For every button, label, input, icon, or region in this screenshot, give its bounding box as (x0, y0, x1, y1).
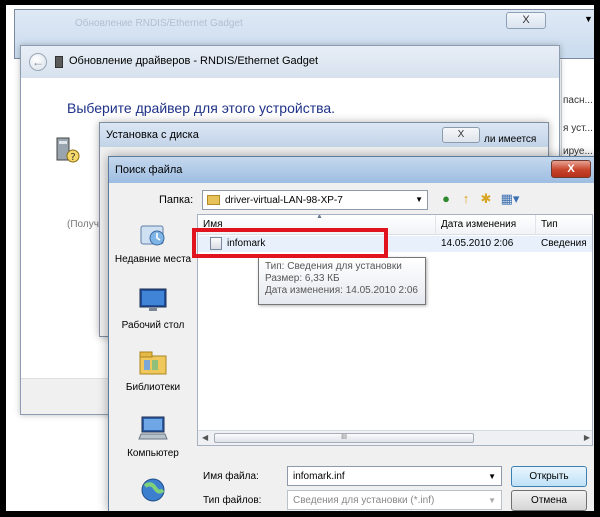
scroll-left-icon[interactable]: ◀ (202, 433, 208, 442)
wizard-received-text: (Получ (67, 219, 99, 230)
open-button[interactable]: Открыть (511, 466, 587, 487)
file-dialog-title: Поиск файла (115, 164, 183, 176)
filename-value: infomark.inf (293, 471, 345, 482)
place-desktop[interactable]: Рабочий стол (113, 286, 193, 331)
chevron-down-icon: ▼ (415, 195, 423, 204)
view-menu-icon[interactable]: ▦▾ (498, 191, 522, 207)
file-type-cell: Сведения (541, 238, 587, 249)
highlight-box (192, 228, 388, 258)
tooltip-type: Тип: Сведения для установки (265, 261, 402, 272)
background-dropdown-arrow-icon[interactable]: ▼ (584, 14, 593, 24)
install-from-disk-titlebar: Установка с диска X (100, 123, 548, 147)
place-recent-label: Недавние места (114, 254, 192, 265)
scroll-right-icon[interactable]: ▶ (584, 433, 590, 442)
place-recent[interactable]: Недавние места (113, 220, 193, 265)
background-close-button[interactable]: X (506, 12, 546, 29)
filetype-value: Сведения для установки (*.inf) (293, 495, 435, 506)
chevron-down-icon[interactable]: ▼ (488, 472, 496, 481)
hardware-help-icon: ? (56, 137, 80, 163)
filename-input[interactable]: infomark.inf ▼ (287, 466, 502, 486)
up-folder-icon[interactable]: ↑ (458, 191, 474, 207)
install-from-disk-close-button[interactable]: X (442, 127, 480, 143)
file-dialog-close-button[interactable]: X (551, 160, 591, 178)
svg-text:?: ? (70, 152, 75, 163)
place-computer-label: Компьютер (127, 448, 179, 459)
filetype-select[interactable]: Сведения для установки (*.inf) ▼ (287, 490, 502, 510)
column-header-date[interactable]: Дата изменения (436, 215, 536, 235)
filetype-label: Тип файлов: (203, 495, 262, 506)
folder-combobox[interactable]: driver-virtual-LAN-98-XP-7 ▼ (202, 190, 428, 210)
scroll-thumb[interactable]: III (214, 433, 474, 443)
place-network[interactable] (113, 476, 193, 510)
place-computer[interactable]: Компьютер (113, 414, 193, 459)
wizard-header: ← Обновление драйверов - RNDIS/Ethernet … (21, 46, 559, 78)
place-desktop-label: Рабочий стол (121, 320, 185, 331)
computer-icon (138, 416, 168, 440)
network-icon (141, 478, 165, 502)
tooltip-size: Размер: 6,33 КБ (265, 273, 340, 284)
file-search-dialog: Поиск файла X Папка: driver-virtual-LAN-… (108, 156, 594, 511)
folder-icon (207, 195, 220, 205)
chevron-down-icon[interactable]: ▼ (488, 496, 496, 505)
recent-places-icon (140, 225, 165, 246)
screenshot-frame: Обновление RNDIS/Ethernet Gadget X ▼ пас… (0, 0, 600, 517)
file-dialog-titlebar: Поиск файла X (109, 157, 594, 183)
cancel-button[interactable]: Отмена (511, 490, 587, 511)
new-folder-icon[interactable]: ✱ (478, 191, 494, 207)
filename-label: Имя файла: (203, 471, 259, 482)
file-tooltip: Тип: Сведения для установки Размер: 6,33… (258, 257, 426, 305)
folder-value: driver-virtual-LAN-98-XP-7 (225, 195, 343, 206)
desktop-icon (139, 288, 167, 311)
wizard-title: Обновление драйверов - RNDIS/Ethernet Ga… (69, 55, 319, 67)
install-from-disk-title: Установка с диска (106, 129, 199, 141)
back-arrow-icon[interactable]: ← (29, 53, 47, 71)
install-from-disk-text: ли имеется (484, 134, 537, 145)
background-window-title: Обновление RNDIS/Ethernet Gadget (75, 18, 243, 29)
device-icon (55, 56, 63, 68)
sort-ascending-icon: ▲ (316, 214, 323, 220)
wizard-heading: Выберите драйвер для этого устройства. (67, 100, 336, 116)
place-libraries-label: Библиотеки (125, 382, 181, 393)
side-text-1: пасн... (563, 95, 593, 106)
go-back-icon[interactable]: ● (438, 191, 454, 207)
side-text-2: я уст... (563, 123, 593, 134)
column-header-type[interactable]: Тип (536, 215, 592, 235)
file-date-cell: 14.05.2010 2:06 (441, 238, 514, 249)
places-bar: Недавние места Рабочий стол Библиотеки К… (113, 214, 193, 509)
libraries-icon (139, 351, 167, 375)
horizontal-scrollbar[interactable]: ◀ III ▶ (198, 430, 592, 445)
tooltip-modified: Дата изменения: 14.05.2010 2:06 (265, 285, 418, 296)
place-libraries[interactable]: Библиотеки (113, 348, 193, 393)
scroll-grip: III (341, 434, 347, 441)
folder-label: Папка: (159, 194, 194, 206)
